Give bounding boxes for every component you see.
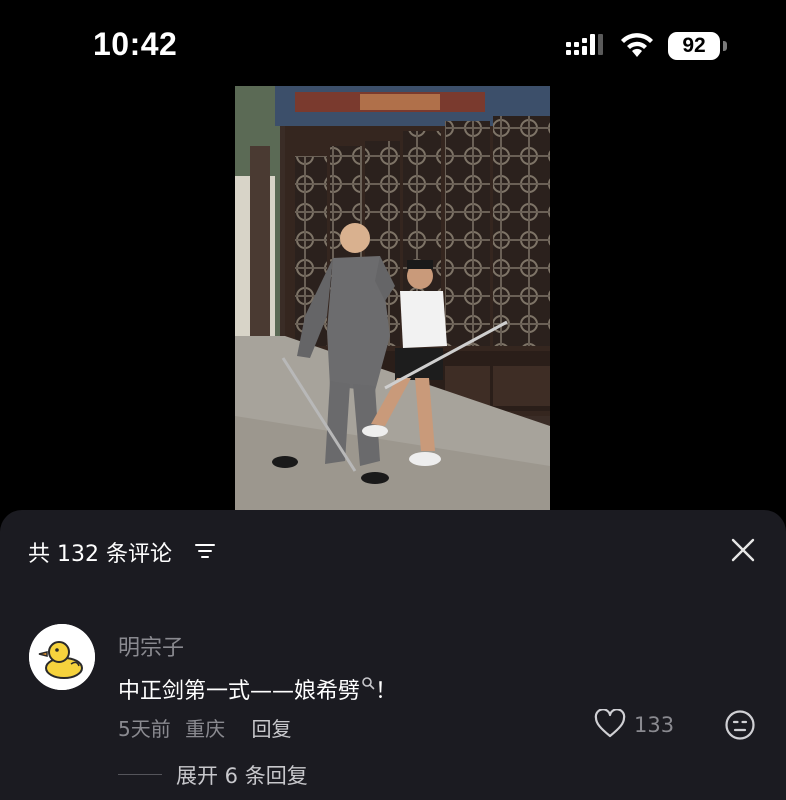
comment-sheet: 共 132 条评论 明宗子 中正剑第一式——娘希劈 ！ 5天前 重庆 回复 13… xyxy=(0,510,786,800)
reply-button[interactable]: 回复 xyxy=(251,717,291,741)
status-bar: 10:42 92 xyxy=(0,0,786,92)
comment-count: 共 132 条评论 xyxy=(28,542,172,567)
wifi-icon xyxy=(621,33,653,57)
expand-divider xyxy=(118,774,162,775)
heart-icon[interactable] xyxy=(594,709,626,739)
dislike-face-icon[interactable] xyxy=(724,709,756,741)
status-time: 10:42 xyxy=(93,26,178,62)
video-thumbnail xyxy=(235,86,550,510)
search-hint-icon[interactable] xyxy=(361,676,375,690)
comment-time: 5天前 xyxy=(118,717,171,741)
sort-icon[interactable] xyxy=(194,540,216,562)
comment-text: 中正剑第一式——娘希劈 ！ xyxy=(118,673,397,705)
comment-username[interactable]: 明宗子 xyxy=(118,630,184,662)
comment-location: 重庆 xyxy=(185,717,226,741)
battery-tip xyxy=(723,41,727,51)
comment-header: 共 132 条评论 xyxy=(0,510,786,590)
signal-icon xyxy=(566,34,603,55)
battery-level: 92 xyxy=(668,32,720,60)
like-count: 133 xyxy=(634,713,675,737)
duck-avatar-icon[interactable] xyxy=(29,624,95,690)
battery-icon: 92 xyxy=(668,32,728,60)
comment-suffix: ！ xyxy=(375,679,398,704)
video-player[interactable] xyxy=(235,86,550,510)
screen: 10:42 92 共 132 条评论 明宗子 中正剑第一式——娘希劈 ！ 5天前… xyxy=(0,0,786,800)
close-icon[interactable] xyxy=(729,536,757,564)
comment-meta: 5天前 重庆 回复 xyxy=(118,713,291,742)
expand-replies-button[interactable]: 展开 6 条回复 xyxy=(176,760,308,790)
comment-body: 中正剑第一式——娘希劈 xyxy=(118,679,361,704)
